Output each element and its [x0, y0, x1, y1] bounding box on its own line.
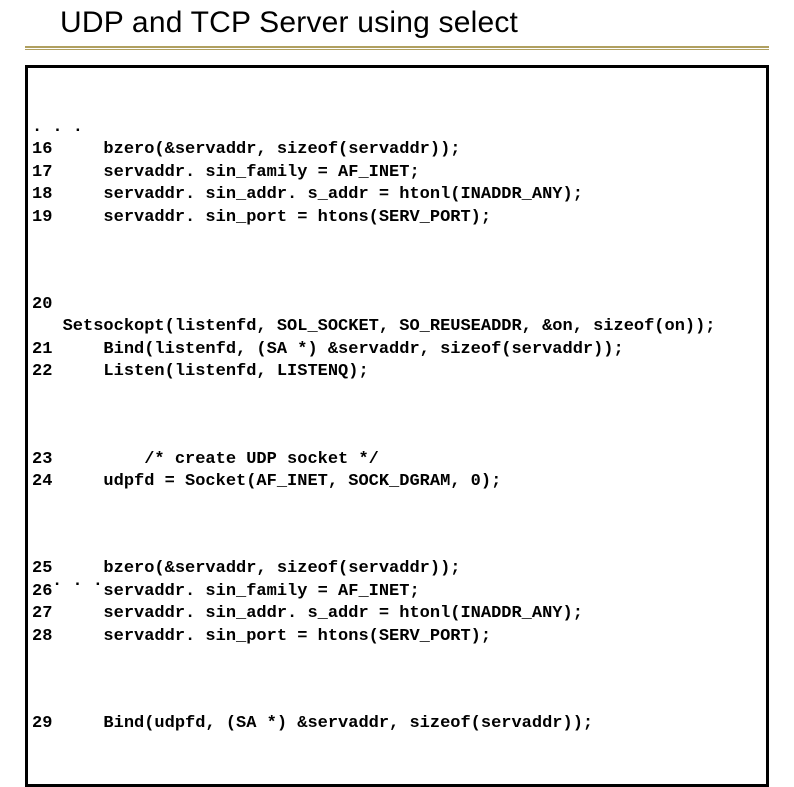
code-listing-box: . . . 16 bzero(&servaddr, sizeof(servadd…: [25, 65, 769, 787]
title-underline: [25, 46, 769, 51]
code-listing: . . . 16 bzero(&servaddr, sizeof(servadd…: [28, 72, 766, 780]
code-block-5: 29 Bind(udpfd, (SA *) &servaddr, sizeof(…: [32, 713, 766, 735]
slide-title: UDP and TCP Server using select: [60, 6, 794, 40]
code-block-1: . . . 16 bzero(&servaddr, sizeof(servadd…: [32, 117, 766, 229]
code-block-4: 25 bzero(&servaddr, sizeof(servaddr)); 2…: [32, 558, 766, 648]
slide-title-container: UDP and TCP Server using select: [0, 0, 794, 40]
code-block-3: 23 /* create UDP socket */ 24 udpfd = So…: [32, 449, 766, 494]
code-block-2: 20 Setsockopt(listenfd, SOL_SOCKET, SO_R…: [32, 294, 766, 384]
trailing-ellipsis: . . .: [52, 572, 103, 591]
